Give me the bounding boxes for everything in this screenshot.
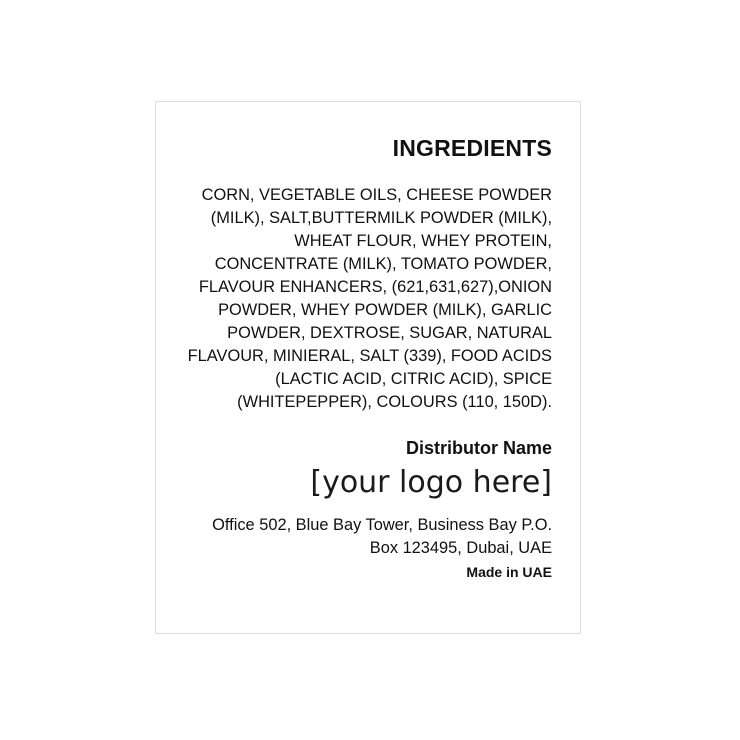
ingredients-line: POWDER, DEXTROSE, SUGAR, NATURAL (227, 324, 552, 342)
ingredients-list: CORN, VEGETABLE OILS, CHEESE POWDER (MIL… (172, 184, 552, 414)
address-line: Office 502, Blue Bay Tower, Business Bay… (212, 516, 552, 534)
ingredients-line: (LACTIC ACID, CITRIC ACID), SPICE (275, 370, 552, 388)
ingredients-line: (WHITEPEPPER), COLOURS (110, 150D). (237, 393, 552, 411)
distributor-address: Office 502, Blue Bay Tower, Business Bay… (172, 514, 552, 560)
distributor-name-heading: Distributor Name (405, 438, 552, 458)
ingredients-line: CONCENTRATE (MILK), TOMATO POWDER, (214, 255, 552, 273)
country-of-origin: Made in UAE (466, 564, 552, 580)
ingredients-line: (MILK), SALT,BUTTERMILK POWDER (MILK), (210, 209, 552, 227)
ingredients-line: FLAVOUR ENHANCERS, (621,631,627),ONION (198, 278, 552, 296)
logo-placeholder: [your logo here] (310, 465, 552, 500)
product-label-card: INGREDIENTS CORN, VEGETABLE OILS, CHEESE… (155, 101, 581, 634)
ingredients-heading: INGREDIENTS (392, 135, 552, 161)
ingredients-line: WHEAT FLOUR, WHEY PROTEIN, (294, 232, 552, 250)
ingredients-line: POWDER, WHEY POWDER (MILK), GARLIC (218, 301, 552, 319)
ingredients-line: FLAVOUR, MINIERAL, SALT (339), FOOD ACID… (187, 347, 552, 365)
address-line: Box 123495, Dubai, UAE (369, 539, 552, 557)
ingredients-line: CORN, VEGETABLE OILS, CHEESE POWDER (201, 186, 552, 204)
label-content: INGREDIENTS CORN, VEGETABLE OILS, CHEESE… (172, 134, 552, 582)
